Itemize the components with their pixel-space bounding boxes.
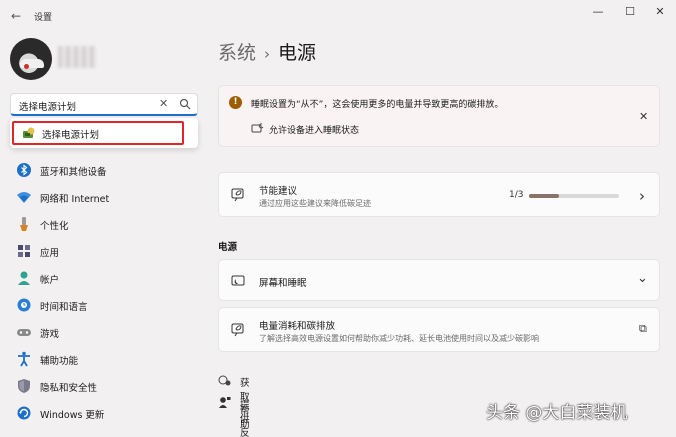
energy-title: 节能建议 [259, 186, 298, 197]
energy-progress-text: 1/3 [509, 190, 524, 200]
feedback-label: 提供反馈 [240, 400, 250, 437]
energy-progress-bar [529, 194, 619, 198]
sidebar-item-label: 应用 [40, 248, 60, 259]
sidebar-item-accessibility[interactable]: 辅助功能 [10, 347, 200, 371]
sleep-warning-banner: ! 睡眠设置为“从不”，这会使用更多的电量并导致更高的碳排放。 允许设备进入睡眠… [218, 85, 660, 147]
help-icon [218, 375, 231, 386]
chevron-right-icon: › [639, 187, 645, 205]
sidebar-item-apps[interactable]: 应用 [10, 239, 200, 263]
wifi-icon [17, 192, 31, 203]
energy-recommendations-card[interactable]: 节能建议 通过应用这些建议来降低碳足迹 1/3 › [218, 172, 660, 217]
sidebar-item-accounts[interactable]: 帐户 [10, 266, 200, 290]
energy-progress-fill [529, 194, 559, 198]
close-icon[interactable]: ✕ [639, 110, 648, 123]
globe-clock-icon [17, 298, 31, 312]
app-title: 设置 [34, 13, 53, 23]
back-arrow-icon[interactable]: ← [8, 8, 24, 24]
sidebar-item-label: 时间和语言 [40, 302, 88, 313]
breadcrumb: 系统 › 电源 [218, 38, 316, 65]
chevron-down-icon: ⌄ [637, 271, 648, 286]
avatar[interactable] [10, 38, 52, 80]
account-icon [18, 271, 30, 285]
accessibility-icon [18, 351, 30, 367]
search-icon[interactable] [179, 98, 191, 110]
update-icon [17, 406, 31, 420]
sidebar-item-label: 个性化 [40, 221, 69, 232]
control-panel-icon [23, 127, 35, 138]
watermark: 头条 @大白菜装机 [486, 403, 628, 423]
sidebar-item-label: 游戏 [40, 329, 60, 340]
screen-sleep-title: 屏幕和睡眠 [259, 278, 307, 289]
sleep-settings-icon [251, 123, 264, 133]
search-box[interactable]: 选择电源计划 ✕ [10, 93, 198, 116]
screen-sleep-card[interactable]: 屏幕和睡眠 ⌄ [218, 259, 660, 301]
allow-sleep-link[interactable]: 允许设备进入睡眠状态 [269, 123, 359, 136]
sidebar-item-windows-update[interactable]: Windows 更新 [10, 401, 200, 425]
page-title: 电源 [278, 42, 317, 64]
sidebar-item-label: Windows 更新 [40, 410, 105, 421]
sidebar-item-label: 网络和 Internet [40, 194, 110, 205]
sidebar-item-time-language[interactable]: 时间和语言 [10, 293, 200, 317]
search-suggestions: 选择电源计划 [10, 118, 198, 148]
bluetooth-icon [17, 163, 31, 177]
power-usage-subtitle: 了解选择高效电源设置如何帮助你减少功耗、延长电池使用时间以及减少碳影响 [259, 334, 539, 343]
sidebar-item-bluetooth[interactable]: 蓝牙和其他设备 [10, 158, 200, 182]
title-bar: ← 设置 — ☐ ✕ [0, 0, 676, 30]
sidebar-item-label: 隐私和安全性 [40, 383, 98, 394]
energy-leaf-icon [231, 188, 244, 202]
sidebar-item-label: 辅助功能 [40, 356, 79, 367]
warning-icon: ! [229, 96, 242, 109]
power-usage-icon [231, 323, 244, 337]
sidebar-item-privacy[interactable]: 隐私和安全性 [10, 374, 200, 398]
suggestion-power-plan[interactable]: 选择电源计划 [12, 121, 184, 145]
sidebar-item-label: 帐户 [40, 275, 60, 286]
feedback-icon [219, 397, 231, 408]
minimize-button[interactable]: — [586, 4, 610, 20]
sidebar-item-network[interactable]: 网络和 Internet [10, 185, 200, 209]
energy-subtitle: 通过应用这些建议来降低碳足迹 [259, 199, 371, 208]
close-button[interactable]: ✕ [648, 4, 672, 20]
sidebar-item-gaming[interactable]: 游戏 [10, 320, 200, 344]
breadcrumb-separator: › [264, 45, 271, 63]
power-usage-title: 电量消耗和碳排放 [259, 321, 336, 332]
apps-icon [18, 245, 30, 257]
maximize-button[interactable]: ☐ [618, 4, 642, 20]
sidebar-item-label: 蓝牙和其他设备 [40, 167, 107, 178]
breadcrumb-parent[interactable]: 系统 [218, 42, 256, 64]
suggestion-label: 选择电源计划 [42, 130, 100, 141]
warning-text: 睡眠设置为“从不”，这会使用更多的电量并导致更高的碳排放。 [251, 100, 504, 110]
power-usage-card[interactable]: 电量消耗和碳排放 了解选择高效电源设置如何帮助你减少功耗、延长电池使用时间以及减… [218, 307, 660, 352]
screen-sleep-icon [231, 275, 245, 286]
sidebar-item-personalization[interactable]: 个性化 [10, 212, 200, 236]
blurred-username [58, 46, 96, 68]
search-input[interactable]: 选择电源计划 [19, 99, 76, 113]
brush-icon [20, 217, 28, 231]
gamepad-icon [17, 329, 31, 336]
external-link-icon[interactable]: ⧉ [639, 322, 647, 336]
clear-icon[interactable]: ✕ [159, 97, 168, 110]
shield-icon [18, 379, 30, 393]
power-section-title: 电源 [218, 242, 238, 253]
